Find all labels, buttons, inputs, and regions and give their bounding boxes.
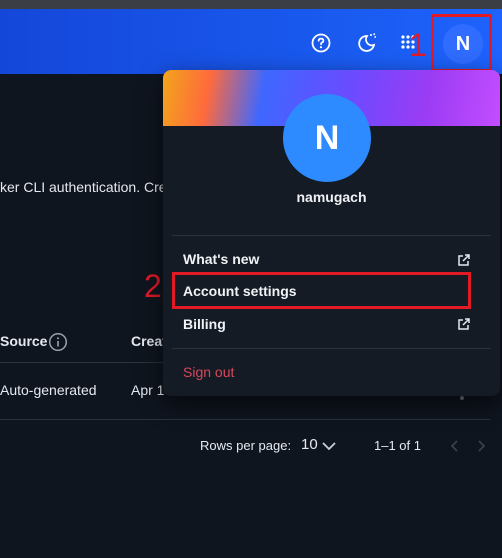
external-link-icon (457, 317, 471, 331)
column-header-created[interactable]: Creat (131, 333, 167, 349)
menu-item-billing[interactable]: Billing (183, 316, 226, 332)
cell-created: Apr 1 (131, 382, 165, 398)
table-bottom-divider (0, 419, 490, 420)
menu-divider-top (172, 235, 491, 236)
theme-icon[interactable] (354, 31, 378, 55)
info-icon[interactable] (48, 332, 68, 352)
row-actions-icon[interactable] (460, 396, 464, 400)
chevron-left-icon[interactable] (450, 439, 460, 452)
account-username: namugach (296, 189, 367, 205)
description-text: ker CLI authentication. Cre (0, 179, 167, 195)
account-menu: N namugach What's new Account settings B… (163, 70, 500, 396)
rows-per-page-value: 10 (301, 436, 318, 453)
sign-out-button[interactable]: Sign out (183, 364, 234, 380)
rows-per-page-select[interactable]: 10 (301, 436, 318, 453)
external-link-icon (457, 253, 471, 267)
menu-item-whats-new[interactable]: What's new (183, 251, 259, 267)
chevron-right-icon[interactable] (476, 439, 486, 452)
rows-per-page-label: Rows per page: (200, 438, 292, 453)
annotation-box-avatar (431, 14, 492, 72)
menu-divider-bottom (172, 348, 491, 349)
help-icon[interactable] (310, 32, 332, 54)
annotation-box-account-settings (172, 272, 471, 309)
column-header-source[interactable]: Source (0, 333, 47, 349)
pagination-range: 1–1 of 1 (374, 438, 421, 453)
annotation-number-2: 2 (144, 268, 162, 304)
top-strip (0, 0, 502, 9)
column-source-label: Source (0, 333, 48, 349)
cell-source: Auto-generated (0, 382, 97, 398)
chevron-down-icon[interactable] (321, 439, 337, 451)
annotation-number-1: 1 (409, 27, 427, 63)
account-avatar: N (283, 94, 371, 182)
